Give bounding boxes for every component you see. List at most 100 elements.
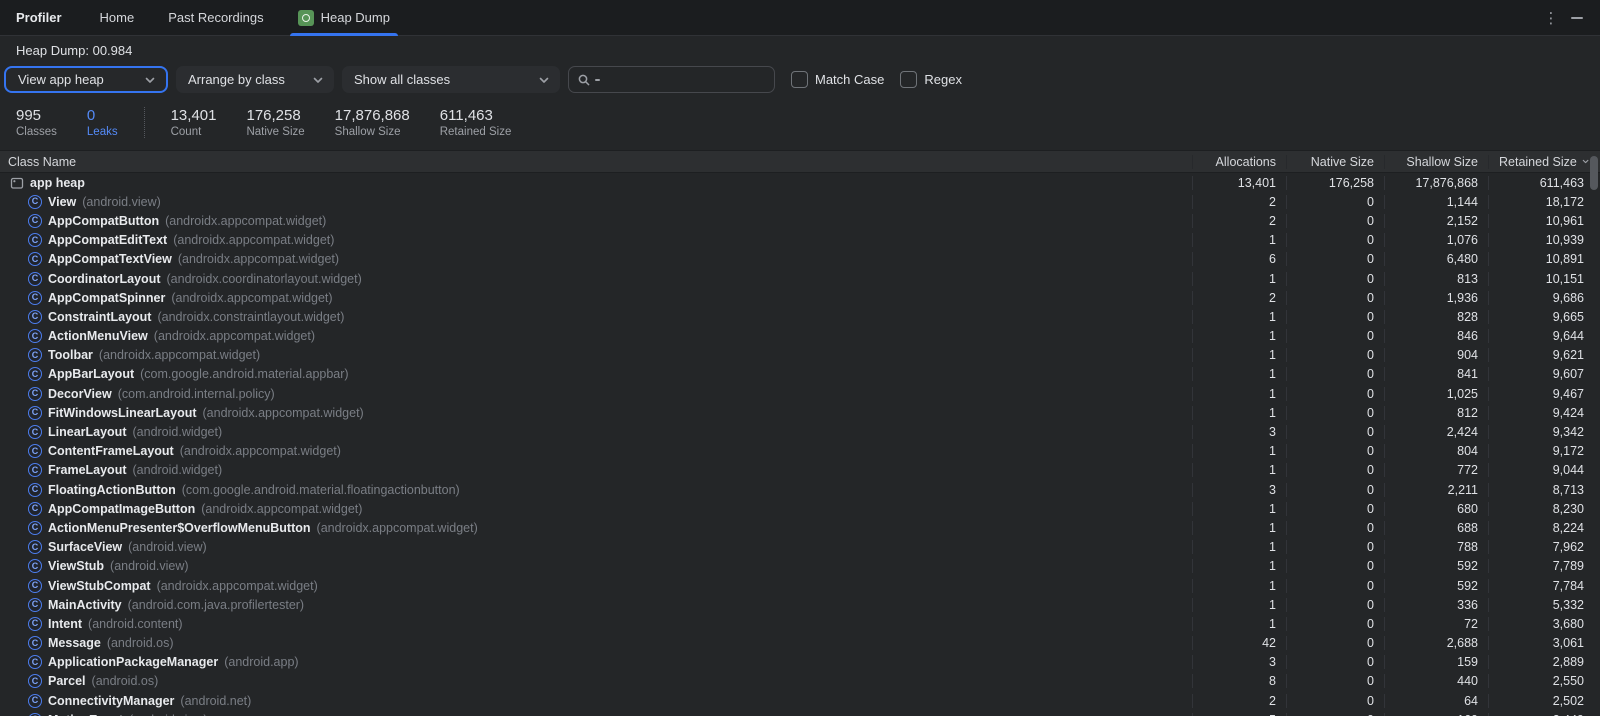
minimize-icon[interactable] xyxy=(1564,5,1590,31)
table-row[interactable]: C AppCompatSpinner (androidx.appcompat.w… xyxy=(0,288,1600,307)
native-size-value: 0 xyxy=(1286,655,1384,669)
class-name: CoordinatorLayout xyxy=(48,272,161,286)
class-name: LinearLayout xyxy=(48,425,127,439)
table-row[interactable]: C ViewStubCompat (androidx.appcompat.wid… xyxy=(0,576,1600,595)
regex-option[interactable]: Regex xyxy=(900,71,962,88)
table-row[interactable]: C MotionEvent (android.view) 5 0 160 2,4… xyxy=(0,710,1600,716)
column-header-shallow-size[interactable]: Shallow Size xyxy=(1384,155,1488,169)
class-package: (android.net) xyxy=(180,694,251,708)
table-row[interactable]: C AppCompatImageButton (androidx.appcomp… xyxy=(0,499,1600,518)
table-row[interactable]: C Intent (android.content) 1 0 72 3,680 xyxy=(0,614,1600,633)
app-title: Profiler xyxy=(16,10,62,25)
class-package: (android.view) xyxy=(82,195,161,209)
regex-checkbox[interactable] xyxy=(900,71,917,88)
stat-label: Count xyxy=(171,126,217,138)
tab-heap-dump[interactable]: Heap Dump xyxy=(288,0,400,36)
tab-heap-dump-label: Heap Dump xyxy=(321,10,390,25)
table-row[interactable]: C FrameLayout (android.widget) 1 0 772 9… xyxy=(0,461,1600,480)
table-row[interactable]: C MainActivity (android.com.java.profile… xyxy=(0,595,1600,614)
column-header-class-name[interactable]: Class Name xyxy=(0,155,1192,169)
class-name: ActionMenuPresenter$OverflowMenuButton xyxy=(48,521,311,535)
allocations-value: 1 xyxy=(1192,463,1286,477)
class-package: (android.os) xyxy=(107,636,174,650)
column-header-retained-size[interactable]: Retained Size xyxy=(1488,155,1600,169)
more-options-icon[interactable]: ⋮ xyxy=(1538,5,1564,31)
retained-size-value: 7,784 xyxy=(1488,579,1600,593)
class-icon: C xyxy=(28,291,42,305)
class-icon: C xyxy=(28,272,42,286)
allocations-value: 42 xyxy=(1192,636,1286,650)
column-header-native-size[interactable]: Native Size xyxy=(1286,155,1384,169)
tab-home-label: Home xyxy=(100,10,135,25)
vertical-scrollbar[interactable] xyxy=(1589,150,1598,716)
class-name: AppCompatEditText xyxy=(48,233,167,247)
class-package: (com.android.internal.policy) xyxy=(118,387,275,401)
shallow-size-value: 772 xyxy=(1384,463,1488,477)
retained-size-value: 9,607 xyxy=(1488,367,1600,381)
chevron-down-icon xyxy=(144,74,156,86)
class-package: (android.app) xyxy=(224,655,298,669)
tab-home[interactable]: Home xyxy=(90,0,145,36)
retained-size-value: 611,463 xyxy=(1488,176,1600,190)
match-case-checkbox[interactable] xyxy=(791,71,808,88)
native-size-value: 176,258 xyxy=(1286,176,1384,190)
native-size-value: 0 xyxy=(1286,272,1384,286)
table-row[interactable]: C FloatingActionButton (com.google.andro… xyxy=(0,480,1600,499)
table-row[interactable]: C ViewStub (android.view) 1 0 592 7,789 xyxy=(0,557,1600,576)
class-icon: C xyxy=(28,540,42,554)
arrange-by-select[interactable]: Arrange by class xyxy=(176,66,334,93)
class-icon: C xyxy=(28,214,42,228)
retained-size-value: 9,621 xyxy=(1488,348,1600,362)
table-row[interactable]: C ActionMenuView (androidx.appcompat.wid… xyxy=(0,327,1600,346)
retained-size-value: 2,550 xyxy=(1488,674,1600,688)
table-row[interactable]: C CoordinatorLayout (androidx.coordinato… xyxy=(0,269,1600,288)
table-row[interactable]: C Parcel (android.os) 8 0 440 2,550 xyxy=(0,672,1600,691)
heap-dump-timestamp-label: Heap Dump: 00.984 xyxy=(0,36,1600,64)
class-package: (androidx.appcompat.widget) xyxy=(203,406,364,420)
class-name: ConnectivityManager xyxy=(48,694,174,708)
search-history-caret-icon[interactable] xyxy=(595,79,600,81)
table-row[interactable]: C ContentFrameLayout (androidx.appcompat… xyxy=(0,442,1600,461)
table-row[interactable]: C View (android.view) 2 0 1,144 18,172 xyxy=(0,192,1600,211)
class-filter-select[interactable]: Show all classes xyxy=(342,66,560,93)
native-size-value: 0 xyxy=(1286,214,1384,228)
allocations-value: 1 xyxy=(1192,540,1286,554)
table-row[interactable]: C AppBarLayout (com.google.android.mater… xyxy=(0,365,1600,384)
active-tab-underline xyxy=(290,33,398,36)
native-size-value: 0 xyxy=(1286,252,1384,266)
table-row[interactable]: C AppCompatEditText (androidx.appcompat.… xyxy=(0,231,1600,250)
class-icon: C xyxy=(28,655,42,669)
table-row[interactable]: C DecorView (com.android.internal.policy… xyxy=(0,384,1600,403)
class-name: ConstraintLayout xyxy=(48,310,151,324)
shallow-size-value: 812 xyxy=(1384,406,1488,420)
retained-size-value: 9,467 xyxy=(1488,387,1600,401)
class-package: (androidx.appcompat.widget) xyxy=(180,444,341,458)
table-row[interactable]: C ActionMenuPresenter$OverflowMenuButton… xyxy=(0,518,1600,537)
table-row[interactable]: C AppCompatButton (androidx.appcompat.wi… xyxy=(0,211,1600,230)
tab-past-recordings[interactable]: Past Recordings xyxy=(158,0,273,36)
match-case-option[interactable]: Match Case xyxy=(791,71,884,88)
stat-item: 176,258 Native Size xyxy=(246,107,304,138)
table-row[interactable]: C Toolbar (androidx.appcompat.widget) 1 … xyxy=(0,346,1600,365)
allocations-value: 1 xyxy=(1192,521,1286,535)
search-input[interactable] xyxy=(604,72,766,87)
table-row[interactable]: C AppCompatTextView (androidx.appcompat.… xyxy=(0,250,1600,269)
table-row[interactable]: C LinearLayout (android.widget) 3 0 2,42… xyxy=(0,422,1600,441)
column-header-allocations[interactable]: Allocations xyxy=(1192,155,1286,169)
class-icon: C xyxy=(28,463,42,477)
table-row[interactable]: C ApplicationPackageManager (android.app… xyxy=(0,653,1600,672)
table-row[interactable]: app heap 13,401 176,258 17,876,868 611,4… xyxy=(0,173,1600,192)
shallow-size-value: 64 xyxy=(1384,694,1488,708)
table-row[interactable]: C SurfaceView (android.view) 1 0 788 7,9… xyxy=(0,538,1600,557)
class-icon: C xyxy=(28,636,42,650)
class-package: (android.com.java.profilertester) xyxy=(128,598,304,612)
scrollbar-thumb[interactable] xyxy=(1590,156,1598,190)
table-row[interactable]: C FitWindowsLinearLayout (androidx.appco… xyxy=(0,403,1600,422)
table-row[interactable]: C ConstraintLayout (androidx.constraintl… xyxy=(0,307,1600,326)
table-row[interactable]: C Message (android.os) 42 0 2,688 3,061 xyxy=(0,634,1600,653)
class-package: (androidx.appcompat.widget) xyxy=(154,329,315,343)
search-field[interactable] xyxy=(568,66,775,93)
table-row[interactable]: C ConnectivityManager (android.net) 2 0 … xyxy=(0,691,1600,710)
heap-scope-select[interactable]: View app heap xyxy=(4,66,168,93)
shallow-size-value: 440 xyxy=(1384,674,1488,688)
